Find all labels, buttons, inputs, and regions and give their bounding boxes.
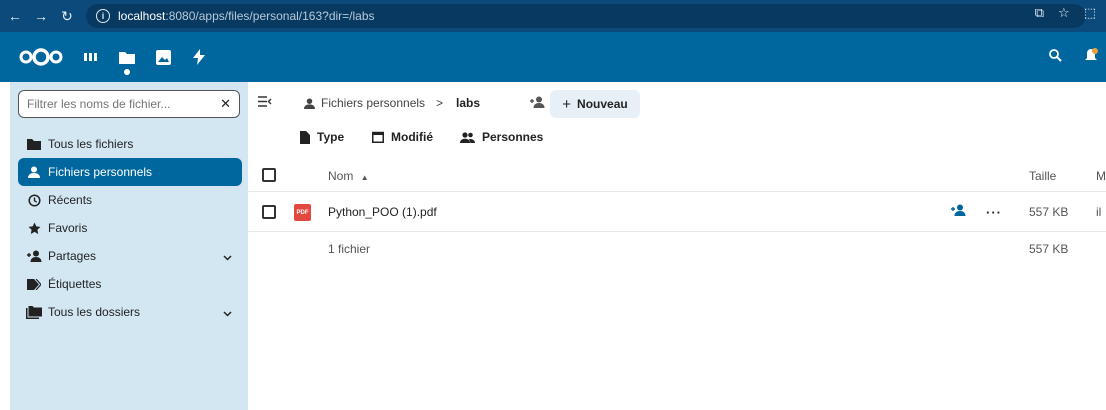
more-actions-icon[interactable]: ··· [986,205,1002,220]
site-info-icon[interactable]: i [96,9,110,23]
user-icon [26,165,42,179]
table-footer: 1 fichier 557 KB [248,232,1106,272]
filter-type-label: Type [317,130,345,144]
people-icon [460,131,475,143]
browser-toolbar: ← → ↻ i localhost:8080/apps/files/person… [0,0,1106,32]
filter-modified-label: Modifié [391,130,433,144]
sidebar-item-label: Récents [48,193,93,207]
file-size: 557 KB [1029,205,1069,219]
breadcrumb-home[interactable]: Fichiers personnels [304,96,425,110]
clear-filter-icon[interactable]: ✕ [220,96,231,112]
new-button-label: Nouveau [577,97,628,111]
new-button[interactable]: + Nouveau [550,90,640,118]
breadcrumb-separator: > [436,96,444,110]
cast-icon[interactable]: ⧉ [1035,5,1044,21]
sidebar-item-all-folders[interactable]: Tous les dossiers [18,298,242,326]
select-all-checkbox[interactable] [262,168,276,182]
search-icon[interactable] [1049,49,1062,65]
breadcrumb-home-label: Fichiers personnels [321,96,426,110]
sidebar-item-personal-files[interactable]: Fichiers personnels [18,158,242,186]
share-icon[interactable] [951,204,966,219]
folder-icon [26,137,42,151]
photos-app-icon[interactable] [154,48,172,66]
toggle-navigation-icon[interactable] [258,96,272,110]
filter-people-label: Personnes [482,130,544,144]
dashboard-icon[interactable] [82,48,100,66]
file-count: 1 fichier [328,242,371,256]
folder-multiple-icon [26,305,42,319]
app-header [0,32,1106,82]
back-arrow-icon[interactable]: ← [4,5,26,27]
history-icon [26,193,42,207]
files-app-icon[interactable] [118,48,136,75]
forward-arrow-icon[interactable]: → [30,5,52,27]
chevron-down-icon[interactable] [223,250,232,264]
sidebar-item-tags[interactable]: Étiquettes [18,270,242,298]
filter-field: ✕ [18,90,240,118]
bookmark-star-icon[interactable]: ☆ [1058,5,1070,21]
sidebar-item-label: Étiquettes [48,277,102,291]
column-name-header[interactable]: Nom ▲ [328,169,369,183]
total-size: 557 KB [1029,242,1069,256]
star-icon [26,221,42,235]
breadcrumb-current[interactable]: labs [456,96,480,110]
row-checkbox[interactable] [262,205,276,219]
sidebar-item-favorites[interactable]: Favoris [18,214,242,242]
sidebar-item-label: Partages [48,249,97,263]
sidebar-item-all-files[interactable]: Tous les fichiers [18,130,242,158]
filter-people-button[interactable]: Personnes [460,130,543,144]
sidebar-item-recent[interactable]: Récents [18,186,242,214]
file-name[interactable]: Python_POO (1).pdf [328,205,437,219]
file-list-view: Fichiers personnels > labs + Nouveau Typ… [248,82,1106,410]
extensions-icon[interactable]: ⬚ [1084,5,1096,21]
sidebar-item-label: Tous les dossiers [48,305,141,319]
chevron-down-icon[interactable] [223,306,232,320]
sidebar-item-shares[interactable]: Partages [18,242,242,270]
sort-ascending-icon: ▲ [360,173,369,182]
files-navigation: ✕ Tous les fichiers Fichiers personnels … [10,82,248,410]
sidebar-item-label: Fichiers personnels [48,165,153,179]
share-user-icon [26,249,42,263]
filter-filenames-input[interactable] [27,97,217,111]
share-folder-icon[interactable] [530,96,545,111]
column-modified-header[interactable]: M [1096,169,1106,183]
table-header: Nom ▲ Taille M [248,160,1106,192]
url-host: localhost [118,9,166,23]
filter-type-button[interactable]: Type [300,130,344,144]
nextcloud-logo-icon[interactable] [18,46,64,68]
filter-modified-button[interactable]: Modifié [372,130,433,144]
url-path: :8080/apps/files/personal/163?dir=/labs [165,9,375,23]
calendar-icon [372,131,384,143]
table-row[interactable]: PDF Python_POO (1).pdf ··· 557 KB il [248,192,1106,232]
activity-bolt-icon[interactable] [190,48,208,66]
column-name-label: Nom [328,169,354,183]
tag-icon [26,277,42,291]
address-bar[interactable]: i localhost:8080/apps/files/personal/163… [86,4,1086,28]
reload-icon[interactable]: ↻ [56,5,78,27]
sidebar-item-label: Tous les fichiers [48,137,134,151]
notifications-bell-icon[interactable] [1084,47,1098,67]
file-modified: il [1096,205,1102,219]
plus-icon: + [562,95,572,113]
pdf-file-icon: PDF [294,204,311,221]
user-icon [304,97,315,109]
file-icon [300,130,310,144]
column-size-header[interactable]: Taille [1029,169,1056,183]
sidebar-item-label: Favoris [48,221,88,235]
